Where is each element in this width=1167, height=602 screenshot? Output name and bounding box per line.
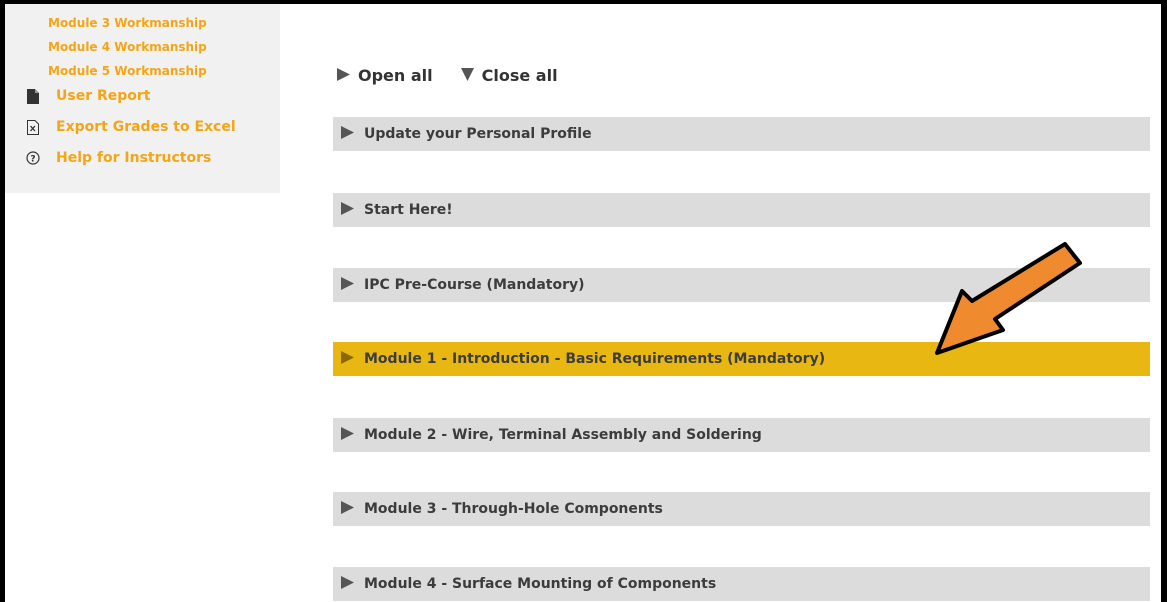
section-title: Module 4 - Surface Mounting of Component…: [364, 576, 717, 592]
sidebar-link-module-3-workmanship[interactable]: Module 3 Workmanship: [48, 16, 207, 30]
sidebar-link-label: Help for Instructors: [56, 150, 212, 166]
svg-text:?: ?: [30, 155, 35, 165]
file-icon: [26, 88, 40, 104]
section-module-4[interactable]: Module 4 - Surface Mounting of Component…: [333, 567, 1150, 601]
section-title: Start Here!: [364, 202, 453, 218]
section-toggles: Open all Close all: [337, 66, 558, 85]
triangle-right-icon: [341, 426, 354, 444]
sidebar-link-help-for-instructors[interactable]: ? Help for Instructors: [26, 150, 211, 166]
sidebar-link-module-5-workmanship[interactable]: Module 5 Workmanship: [48, 64, 207, 78]
section-ipc-pre-course[interactable]: IPC Pre-Course (Mandatory): [333, 268, 1150, 302]
section-module-2[interactable]: Module 2 - Wire, Terminal Assembly and S…: [333, 418, 1150, 452]
section-module-1[interactable]: Module 1 - Introduction - Basic Requirem…: [333, 342, 1150, 376]
triangle-right-icon: [341, 201, 354, 219]
triangle-down-icon: [460, 66, 474, 85]
triangle-right-icon: [341, 500, 354, 518]
sidebar-link-export-grades[interactable]: Export Grades to Excel: [26, 119, 236, 135]
section-title: Module 2 - Wire, Terminal Assembly and S…: [364, 427, 762, 443]
sidebar-link-label: User Report: [56, 88, 151, 104]
sidebar: Module 3 Workmanship Module 4 Workmanshi…: [5, 4, 280, 193]
excel-file-icon: [26, 119, 40, 135]
section-module-3[interactable]: Module 3 - Through-Hole Components: [333, 492, 1150, 526]
section-update-profile[interactable]: Update your Personal Profile: [333, 117, 1150, 151]
sidebar-link-user-report[interactable]: User Report: [26, 88, 151, 104]
sidebar-link-label: Export Grades to Excel: [56, 119, 236, 135]
section-title: Update your Personal Profile: [364, 126, 592, 142]
triangle-right-icon: [341, 125, 354, 143]
triangle-right-icon: [337, 66, 350, 85]
open-all-button[interactable]: Open all: [337, 66, 433, 85]
section-start-here[interactable]: Start Here!: [333, 193, 1150, 227]
help-circle-icon: ?: [26, 150, 40, 166]
triangle-right-icon: [341, 276, 354, 294]
section-title: Module 1 - Introduction - Basic Requirem…: [364, 351, 826, 367]
open-all-label: Open all: [358, 66, 433, 85]
triangle-right-icon: [341, 350, 354, 368]
triangle-right-icon: [341, 575, 354, 593]
close-all-button[interactable]: Close all: [460, 66, 558, 85]
close-all-label: Close all: [481, 66, 558, 85]
sidebar-link-module-4-workmanship[interactable]: Module 4 Workmanship: [48, 40, 207, 54]
section-title: Module 3 - Through-Hole Components: [364, 501, 663, 517]
section-title: IPC Pre-Course (Mandatory): [364, 277, 585, 293]
